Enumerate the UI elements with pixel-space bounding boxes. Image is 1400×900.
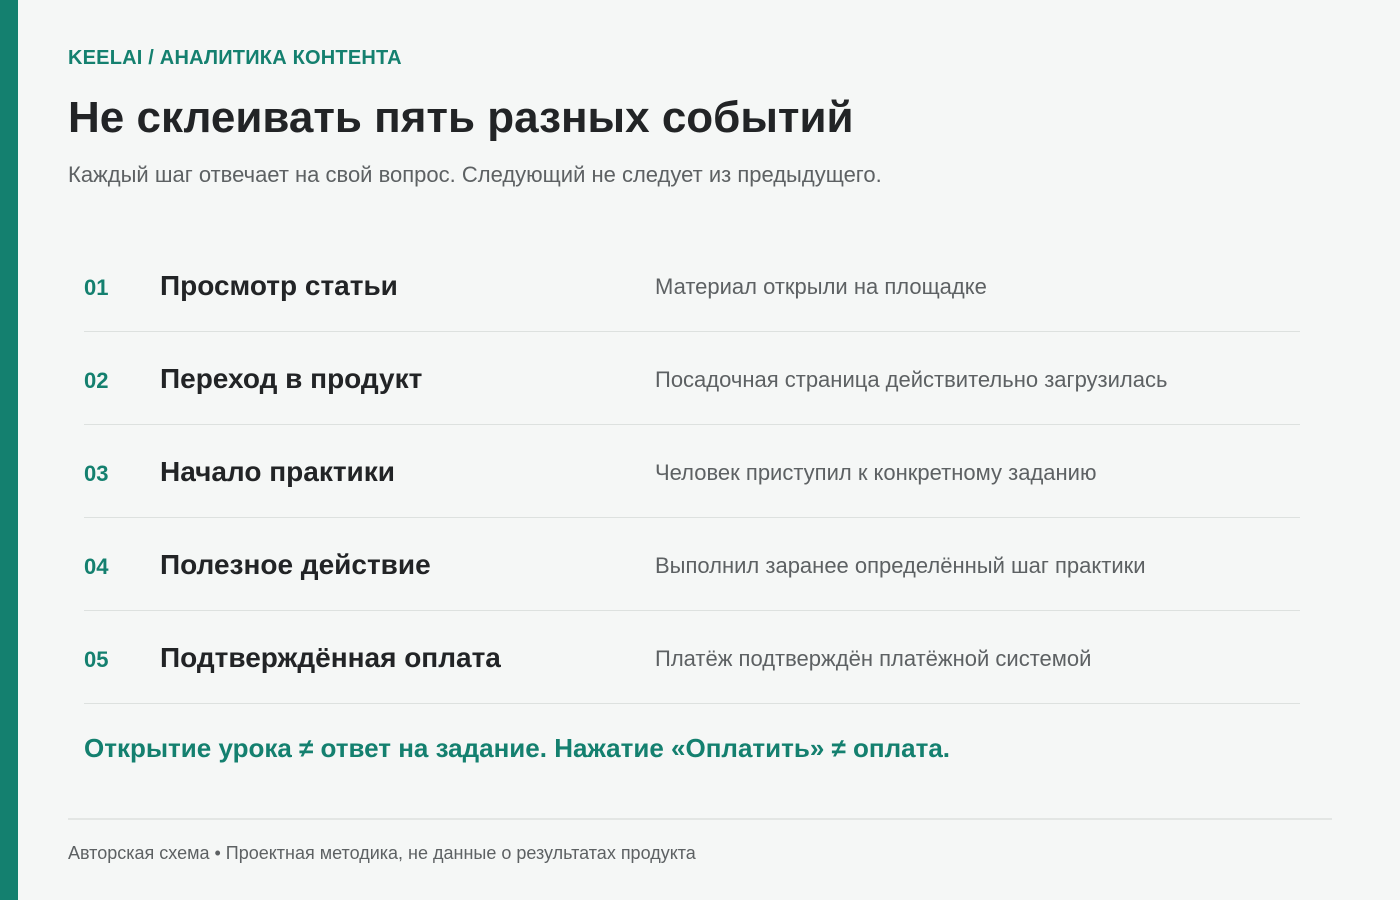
step-description: Выполнил заранее определённый шаг практи… xyxy=(655,553,1146,578)
step-description: Человек приступил к конкретному заданию xyxy=(655,460,1097,485)
step-row: 05 Подтверждённая оплата Платёж подтверж… xyxy=(84,612,1300,704)
step-number: 05 xyxy=(84,647,109,672)
slide-content: KEELAI / АНАЛИТИКА КОНТЕНТА Не склеивать… xyxy=(68,0,1332,900)
accent-bar xyxy=(0,0,18,900)
step-number: 03 xyxy=(84,461,109,486)
step-row: 02 Переход в продукт Посадочная страница… xyxy=(84,333,1300,425)
step-row: 03 Начало практики Человек приступил к к… xyxy=(84,426,1300,518)
page-title: Не склеивать пять разных событий xyxy=(68,93,854,142)
step-name: Подтверждённая оплата xyxy=(160,642,501,673)
step-name: Начало практики xyxy=(160,456,395,487)
step-name: Просмотр статьи xyxy=(160,270,398,301)
page-subtitle: Каждый шаг отвечает на свой вопрос. След… xyxy=(68,162,882,187)
step-description: Материал открыли на площадке xyxy=(655,274,987,299)
step-row: 01 Просмотр статьи Материал открыли на п… xyxy=(84,240,1300,332)
breadcrumb: KEELAI / АНАЛИТИКА КОНТЕНТА xyxy=(68,47,402,69)
step-name: Переход в продукт xyxy=(160,363,423,394)
steps-list: 01 Просмотр статьи Материал открыли на п… xyxy=(84,240,1300,705)
step-description: Посадочная страница действительно загруз… xyxy=(655,367,1168,392)
step-row: 04 Полезное действие Выполнил заранее оп… xyxy=(84,519,1300,611)
footnote: Авторская схема • Проектная методика, не… xyxy=(68,843,696,863)
key-takeaway: Открытие урока ≠ ответ на задание. Нажат… xyxy=(84,733,950,763)
footer-divider xyxy=(68,818,1332,820)
step-number: 04 xyxy=(84,554,109,579)
step-name: Полезное действие xyxy=(160,549,431,580)
step-description: Платёж подтверждён платёжной системой xyxy=(655,646,1092,671)
step-number: 02 xyxy=(84,368,109,393)
step-number: 01 xyxy=(84,275,109,300)
